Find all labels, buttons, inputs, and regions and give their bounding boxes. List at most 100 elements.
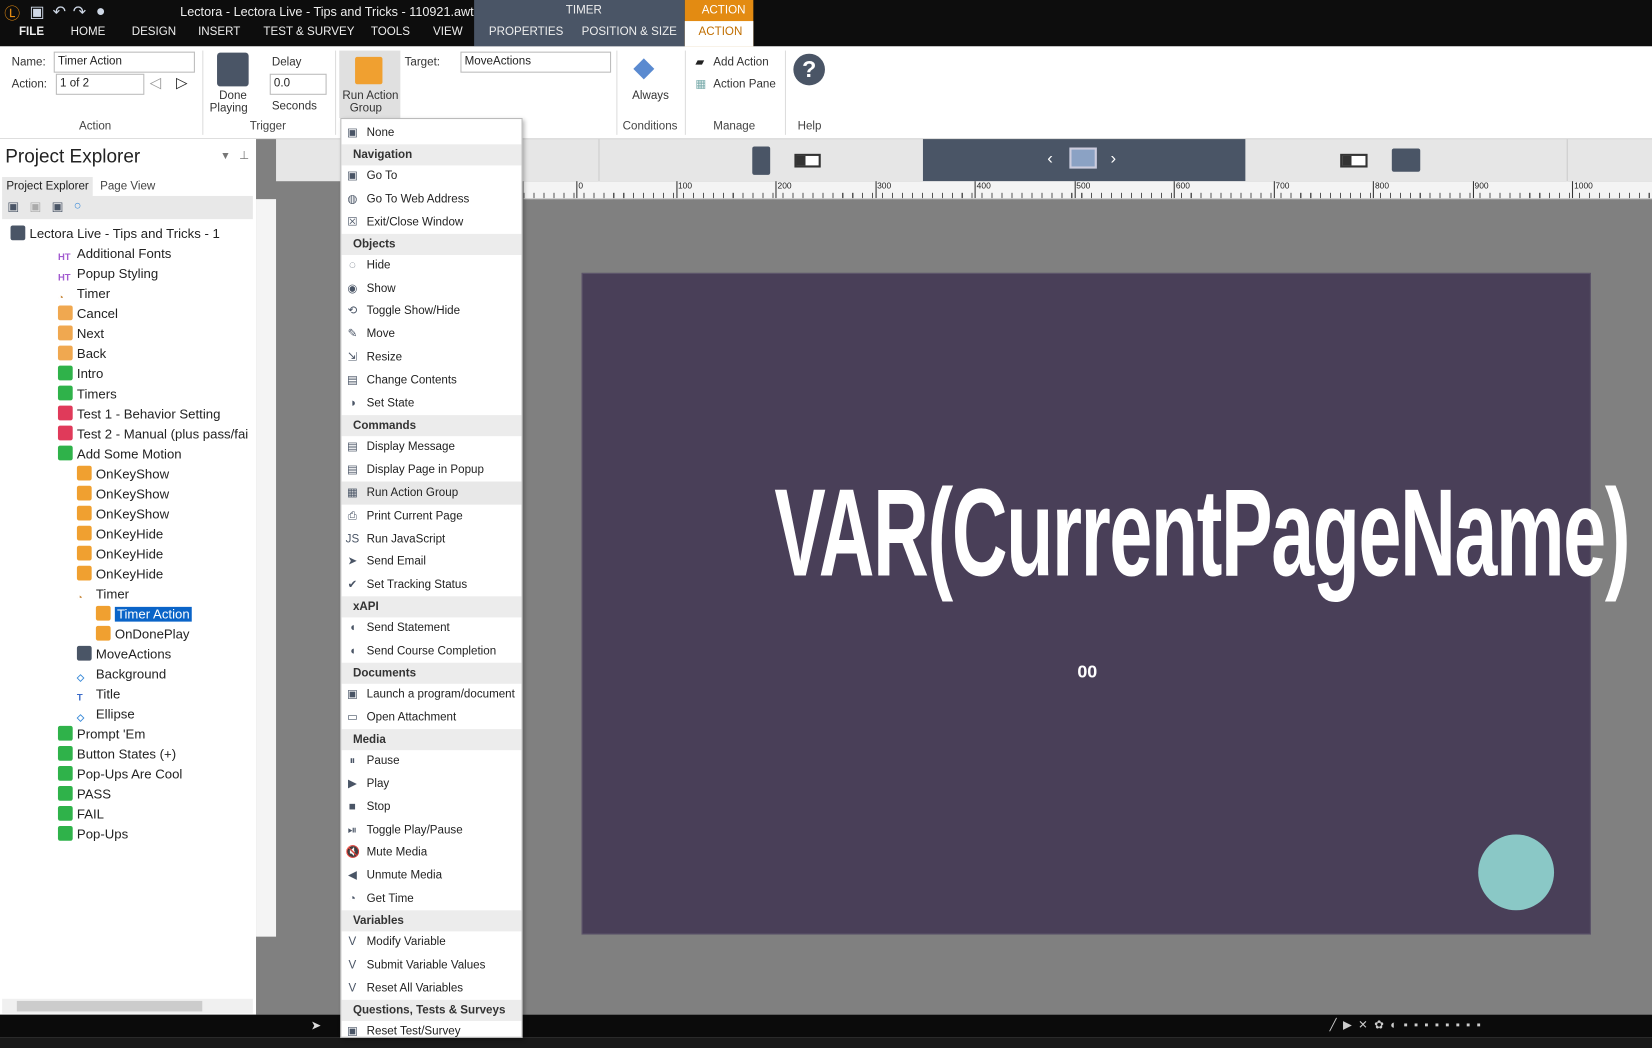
menu-item[interactable]: ◔ Get Time xyxy=(341,887,521,910)
menu-item[interactable]: ▣ Go To xyxy=(341,164,521,187)
target-select[interactable]: MoveActions xyxy=(460,51,612,73)
menu-item[interactable]: V Reset All Variables xyxy=(341,977,521,1000)
timer-counter-text[interactable]: 00 xyxy=(583,662,1592,683)
tab-view[interactable]: VIEW xyxy=(433,25,463,38)
menu-item[interactable]: ◖ Send Statement xyxy=(341,617,521,640)
page-canvas[interactable]: VAR(CurrentPageName) 00 xyxy=(581,272,1630,935)
status-tools-icons[interactable]: ╱▶✕✿◐▪▪▪▪▪▪▪▪ xyxy=(1330,1018,1487,1032)
menu-item[interactable]: ◖ Send Course Completion xyxy=(341,640,521,663)
run-action-group-button[interactable]: Run Action Group xyxy=(339,50,401,119)
tab-tools[interactable]: TOOLS xyxy=(371,25,410,38)
tree-item[interactable]: OnKeyHide xyxy=(76,545,163,565)
tree-item[interactable]: Pop-Ups Are Cool xyxy=(57,765,182,785)
menu-item[interactable]: ◉ Show xyxy=(341,277,521,300)
add-section-icon[interactable]: ▣ xyxy=(52,199,64,214)
menu-item[interactable]: ⏸ Pause xyxy=(341,749,521,772)
tab-insert[interactable]: INSERT xyxy=(198,25,240,38)
action-pane-icon[interactable]: ▦ xyxy=(695,77,706,91)
tree-item[interactable]: ◇ Background xyxy=(77,665,166,685)
device-tablet[interactable] xyxy=(1245,139,1568,182)
done-playing-icon[interactable] xyxy=(217,52,249,87)
tab-action[interactable]: ACTION xyxy=(699,25,743,38)
menu-item[interactable]: ◀ Unmute Media xyxy=(341,864,521,887)
tree-item[interactable]: Prompt 'Em xyxy=(57,725,145,745)
tab-page-view[interactable]: Page View xyxy=(100,180,155,193)
tree-item[interactable]: OnKeyShow xyxy=(76,505,169,525)
tree-item[interactable]: FAIL xyxy=(57,805,104,825)
menu-item[interactable]: ⇲ Resize xyxy=(341,346,521,369)
tree-item[interactable]: MoveActions xyxy=(76,645,171,665)
menu-item[interactable]: ▣ Launch a program/document xyxy=(341,683,521,706)
menu-item[interactable]: V Modify Variable xyxy=(341,930,521,953)
trigger-label[interactable]: Done xyxy=(219,90,247,103)
tree-item[interactable]: Intro xyxy=(57,365,103,385)
tree-item[interactable]: Next xyxy=(57,325,104,345)
tree-item[interactable]: ◇ Ellipse xyxy=(77,705,135,725)
redo-icon[interactable]: ↷ xyxy=(73,2,86,21)
delay-input[interactable]: 0.0 xyxy=(269,73,327,95)
tree-item[interactable]: Add Some Motion xyxy=(57,445,182,465)
add-action-icon[interactable]: ▰ xyxy=(695,55,704,69)
tab-test-survey[interactable]: TEST & SURVEY xyxy=(263,25,354,38)
menu-item[interactable]: ▣ Reset Test/Survey xyxy=(341,1020,521,1043)
add-chapter-icon[interactable]: ▣ xyxy=(30,199,42,214)
publish-globe-icon[interactable]: ● xyxy=(96,2,106,20)
tab-position-size[interactable]: POSITION & SIZE xyxy=(582,25,677,38)
add-action-button[interactable]: Add Action xyxy=(713,56,768,69)
menu-item[interactable]: ☒ Exit/Close Window xyxy=(341,210,521,233)
tree-item[interactable]: Button States (+) xyxy=(57,745,176,765)
panel-menu-chevron-icon[interactable]: ▼ xyxy=(220,151,230,163)
menu-item[interactable]: ◌ Hide xyxy=(341,253,521,276)
add-page-icon[interactable]: ▣ xyxy=(7,199,19,214)
tree-item[interactable]: Timers xyxy=(57,385,117,405)
menu-item[interactable]: V Submit Variable Values xyxy=(341,954,521,977)
condition-label[interactable]: Always xyxy=(632,90,669,103)
tree-item[interactable]: PASS xyxy=(57,785,111,805)
menu-item[interactable]: 🔇 Mute Media xyxy=(341,841,521,864)
chevron-left-icon[interactable]: ‹ xyxy=(1047,150,1053,169)
tree-item[interactable]: HT Additional Fonts xyxy=(58,244,171,264)
menu-item[interactable]: ⟲ Toggle Show/Hide xyxy=(341,300,521,323)
menu-item[interactable]: ▦ Run Action Group xyxy=(341,481,522,505)
tree-item[interactable]: OnKeyHide xyxy=(76,525,163,545)
tree-item[interactable]: OnDonePlay xyxy=(95,625,190,645)
tree-item[interactable]: OnKeyHide xyxy=(76,565,163,585)
tab-project-explorer[interactable]: Project Explorer xyxy=(6,180,88,193)
tab-home[interactable]: HOME xyxy=(71,25,106,38)
tab-design[interactable]: DESIGN xyxy=(132,25,176,38)
menu-item[interactable]: ▤ Display Page in Popup xyxy=(341,458,521,481)
tree-item[interactable]: ◔ Timer xyxy=(77,585,129,605)
help-icon[interactable]: ? xyxy=(793,53,825,86)
device-phone[interactable] xyxy=(598,139,921,182)
horizontal-scrollbar[interactable] xyxy=(2,998,253,1014)
menu-item[interactable]: ✔ Set Tracking Status xyxy=(341,573,521,596)
menu-item[interactable]: ⏯ Toggle Play/Pause xyxy=(341,818,521,841)
always-condition-icon[interactable]: ◆ xyxy=(633,51,654,84)
tree-item[interactable]: Test 2 - Manual (plus pass/fai xyxy=(57,425,248,445)
menu-item[interactable]: ▶ Play xyxy=(341,772,521,795)
tree-item[interactable]: Test 1 - Behavior Setting xyxy=(57,405,220,425)
page-title-text[interactable]: VAR(CurrentPageName) xyxy=(774,461,1630,604)
tree-item[interactable]: HT Popup Styling xyxy=(58,264,158,284)
menu-item[interactable]: ▤ Display Message xyxy=(341,435,521,458)
tree-item[interactable]: OnKeyShow xyxy=(76,485,169,505)
action-pane-button[interactable]: Action Pane xyxy=(713,78,776,91)
tree-item[interactable]: Pop-Ups xyxy=(57,825,128,845)
save-icon[interactable]: ▣ xyxy=(30,2,45,21)
menu-item[interactable]: ⎙ Print Current Page xyxy=(341,504,521,527)
tree-item[interactable]: Lectora Live - Tips and Tricks - 1 xyxy=(10,224,220,244)
name-input[interactable]: Timer Action xyxy=(53,51,195,73)
tree-item[interactable]: OnKeyShow xyxy=(76,465,169,485)
undo-icon[interactable]: ↶ xyxy=(53,2,66,21)
action-select[interactable]: 1 of 2 xyxy=(55,73,145,95)
search-icon[interactable]: ○ xyxy=(74,198,82,213)
tree-item[interactable]: T Title xyxy=(77,685,120,705)
tree-item[interactable]: Cancel xyxy=(57,304,118,324)
menu-item[interactable]: JS Run JavaScript xyxy=(341,527,521,550)
previous-action-icon[interactable]: ◁ xyxy=(150,74,161,92)
menu-item[interactable]: ✎ Move xyxy=(341,323,521,346)
tab-properties[interactable]: PROPERTIES xyxy=(489,25,564,38)
next-action-icon[interactable]: ▷ xyxy=(176,74,187,92)
pin-icon[interactable]: ⊥ xyxy=(239,149,249,163)
menu-item[interactable]: ◑ Set State xyxy=(341,392,521,415)
